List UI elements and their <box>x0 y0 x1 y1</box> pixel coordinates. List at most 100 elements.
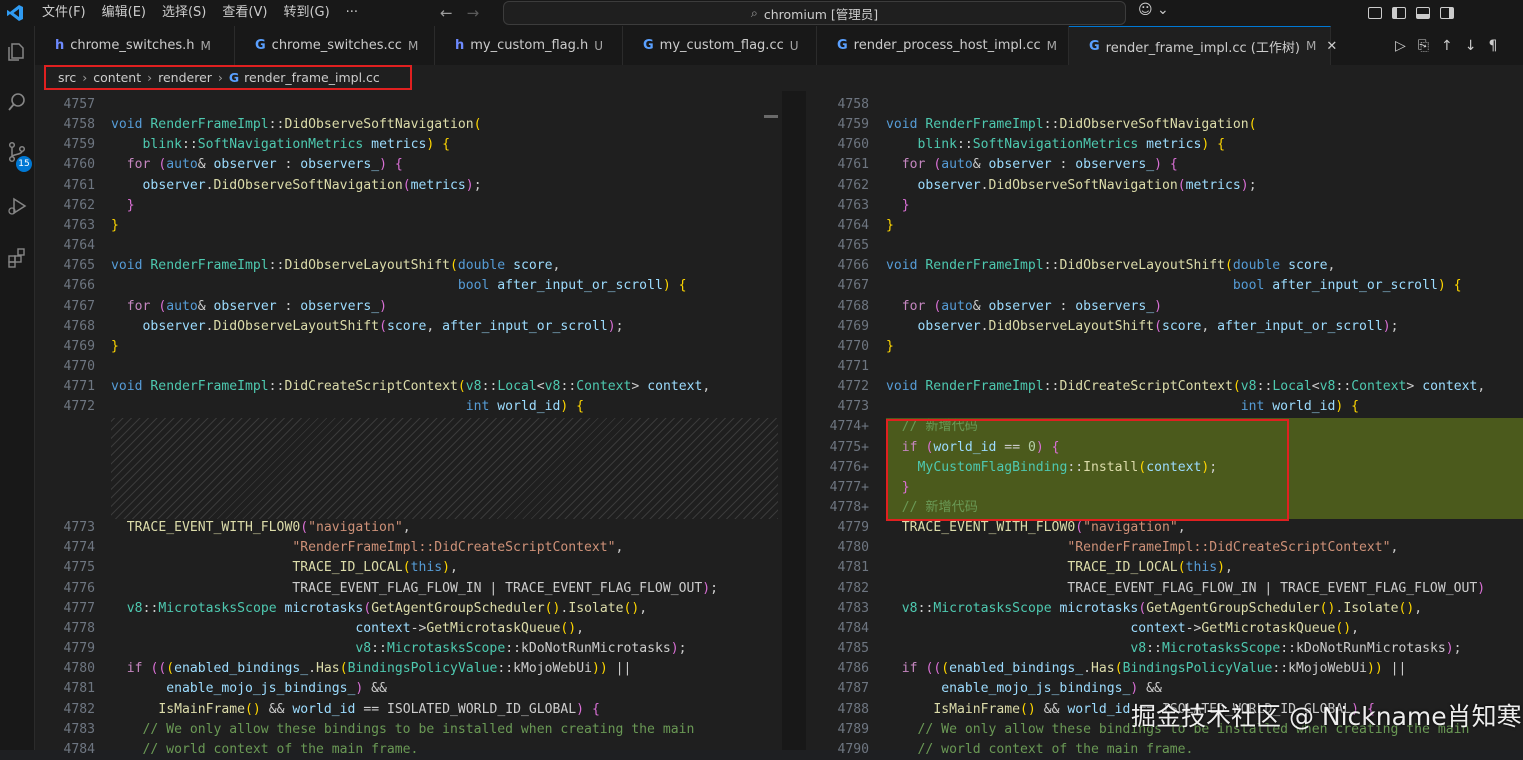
line-number: 4771 <box>63 379 95 395</box>
code-line[interactable]: blink::SoftNavigationMetrics metrics) { <box>111 135 778 155</box>
editor-tab-bar: h chrome_switches.h M Gchrome_switches.cc Mh… <box>35 26 1523 65</box>
code-line[interactable]: "RenderFrameImpl::DidCreateScriptContext… <box>886 538 1523 558</box>
code-line[interactable]: v8::MicrotasksScope microtasks(GetAgentG… <box>111 599 778 619</box>
code-line[interactable]: for (auto& observer : observers_) <box>886 297 1523 317</box>
menu-item[interactable]: 转到(G) <box>275 0 337 26</box>
command-center-search[interactable]: ⌕ chromium [管理员] <box>503 1 1126 25</box>
line-number: 4783 <box>837 600 869 616</box>
next-change-icon[interactable]: ↓ <box>1465 38 1477 54</box>
menu-item[interactable]: 选择(S) <box>154 0 214 26</box>
menu-item[interactable]: ··· <box>338 0 366 26</box>
code-line[interactable] <box>886 95 1523 115</box>
code-line[interactable]: context->GetMicrotaskQueue(), <box>111 619 778 639</box>
editor-tab[interactable]: Gmy_custom_flag.cc U <box>623 26 817 65</box>
code-line[interactable]: TRACE_EVENT_WITH_FLOW0("navigation", <box>886 518 1523 538</box>
editor-tab[interactable]: h my_custom_flag.h U <box>435 26 623 65</box>
code-line[interactable]: int world_id) { <box>886 397 1523 417</box>
code-line[interactable]: bool after_input_or_scroll) { <box>886 276 1523 296</box>
code-line[interactable]: } <box>886 196 1523 216</box>
copilot-icon[interactable]: ☺ ⌄ <box>1138 2 1169 18</box>
code-line[interactable]: v8::MicrotasksScope microtasks(GetAgentG… <box>886 599 1523 619</box>
code-line[interactable]: observer.DidObserveSoftNavigation(metric… <box>886 176 1523 196</box>
line-number: 4777 <box>63 600 95 616</box>
code-line[interactable] <box>111 357 778 377</box>
line-number: 4759 <box>837 117 869 133</box>
code-line[interactable]: "RenderFrameImpl::DidCreateScriptContext… <box>111 538 778 558</box>
code-line[interactable]: int world_id) { <box>111 397 778 417</box>
code-line[interactable]: void RenderFrameImpl::DidCreateScriptCon… <box>111 377 778 397</box>
code-line[interactable]: if (((enabled_bindings_.Has(BindingsPoli… <box>111 659 778 679</box>
code-line[interactable]: TRACE_EVENT_FLAG_FLOW_IN | TRACE_EVENT_F… <box>886 579 1523 599</box>
tab-label: my_custom_flag.cc <box>659 38 784 53</box>
open-file-icon[interactable]: ⎘ <box>1418 38 1429 54</box>
code-line[interactable]: void RenderFrameImpl::DidObserveLayoutSh… <box>111 256 778 276</box>
code-line[interactable]: void RenderFrameImpl::DidObserveSoftNavi… <box>111 115 778 135</box>
code-line[interactable]: for (auto& observer : observers_) { <box>111 155 778 175</box>
search-view-icon[interactable] <box>5 90 29 114</box>
breadcrumb-item-renderer[interactable]: renderer <box>158 70 212 85</box>
code-line[interactable] <box>111 236 778 256</box>
code-line[interactable]: if (((enabled_bindings_.Has(BindingsPoli… <box>886 659 1523 679</box>
breadcrumb-item-file[interactable]: render_frame_impl.cc <box>244 70 380 85</box>
code-line[interactable]: TRACE_ID_LOCAL(this), <box>886 558 1523 578</box>
line-number: 4774+ <box>829 419 869 435</box>
editor-tab[interactable]: Grender_frame_impl.cc (工作树) M ✕ <box>1069 26 1337 65</box>
breadcrumb-item-src[interactable]: src <box>58 70 76 85</box>
code-line[interactable]: IsMainFrame() && world_id == ISOLATED_WO… <box>111 700 778 720</box>
code-line[interactable]: TRACE_ID_LOCAL(this), <box>111 558 778 578</box>
line-number: 4757 <box>63 97 95 112</box>
code-line[interactable]: } <box>886 216 1523 236</box>
menu-item[interactable]: 编辑(E) <box>94 0 154 26</box>
customize-layout-icon[interactable] <box>1368 7 1382 19</box>
code-line[interactable]: v8::MicrotasksScope::kDoNotRunMicrotasks… <box>886 639 1523 659</box>
extensions-icon[interactable] <box>5 246 29 270</box>
toggle-sidebar-icon[interactable] <box>1392 7 1406 19</box>
breadcrumb-item-content[interactable]: content <box>93 70 141 85</box>
forward-arrow-icon[interactable]: → <box>467 4 480 22</box>
menu-item[interactable]: 文件(F) <box>34 0 94 26</box>
editor-tab[interactable]: Gchrome_switches.cc M <box>235 26 435 65</box>
code-line[interactable]: TRACE_EVENT_FLAG_FLOW_IN | TRACE_EVENT_F… <box>111 579 778 599</box>
diff-divider[interactable] <box>782 91 806 750</box>
menu-item[interactable]: 查看(V) <box>214 0 275 26</box>
line-number: 4767 <box>837 278 869 294</box>
explorer-icon[interactable] <box>5 40 29 64</box>
code-line[interactable]: bool after_input_or_scroll) { <box>111 276 778 296</box>
toggle-panel-icon[interactable] <box>1416 7 1430 19</box>
code-line[interactable]: TRACE_EVENT_WITH_FLOW0("navigation", <box>111 518 778 538</box>
line-number: 4764 <box>63 238 95 254</box>
code-line[interactable]: } <box>111 216 778 236</box>
previous-change-icon[interactable]: ↑ <box>1441 38 1453 54</box>
code-line[interactable]: context->GetMicrotaskQueue(), <box>886 619 1523 639</box>
editor-tab[interactable]: h chrome_switches.h M <box>35 26 235 65</box>
code-line[interactable]: v8::MicrotasksScope::kDoNotRunMicrotasks… <box>111 639 778 659</box>
code-line[interactable]: observer.DidObserveLayoutShift(score, af… <box>111 317 778 337</box>
run-icon[interactable]: ▷ <box>1395 38 1406 54</box>
line-number: 4758 <box>837 97 869 112</box>
code-line[interactable]: observer.DidObserveLayoutShift(score, af… <box>886 317 1523 337</box>
vscode-logo-icon[interactable] <box>4 2 26 24</box>
code-line[interactable] <box>886 357 1523 377</box>
code-line[interactable]: observer.DidObserveSoftNavigation(metric… <box>111 176 778 196</box>
editor-tab[interactable]: Grender_process_host_impl.cc M <box>817 26 1069 65</box>
line-number: 4774 <box>63 540 95 556</box>
code-line[interactable]: void RenderFrameImpl::DidObserveLayoutSh… <box>886 256 1523 276</box>
code-line[interactable]: enable_mojo_js_bindings_) && <box>111 679 778 699</box>
toggle-secondary-sidebar-icon[interactable] <box>1440 7 1454 19</box>
code-line[interactable] <box>111 95 778 115</box>
back-arrow-icon[interactable]: ← <box>440 4 453 22</box>
paragraph-icon[interactable]: ¶ <box>1488 38 1497 54</box>
code-line[interactable]: // We only allow these bindings to be in… <box>111 720 778 740</box>
code-line[interactable]: } <box>111 196 778 216</box>
code-line[interactable] <box>886 236 1523 256</box>
code-line[interactable]: void RenderFrameImpl::DidCreateScriptCon… <box>886 377 1523 397</box>
code-line[interactable]: for (auto& observer : observers_) <box>111 297 778 317</box>
code-line[interactable]: } <box>886 337 1523 357</box>
code-line[interactable]: } <box>111 337 778 357</box>
close-icon[interactable]: ✕ <box>1326 39 1337 54</box>
code-line[interactable]: void RenderFrameImpl::DidObserveSoftNavi… <box>886 115 1523 135</box>
run-debug-icon[interactable] <box>5 194 29 218</box>
code-line[interactable]: blink::SoftNavigationMetrics metrics) { <box>886 135 1523 155</box>
line-number: 4773 <box>63 520 95 536</box>
code-line[interactable]: for (auto& observer : observers_) { <box>886 155 1523 175</box>
